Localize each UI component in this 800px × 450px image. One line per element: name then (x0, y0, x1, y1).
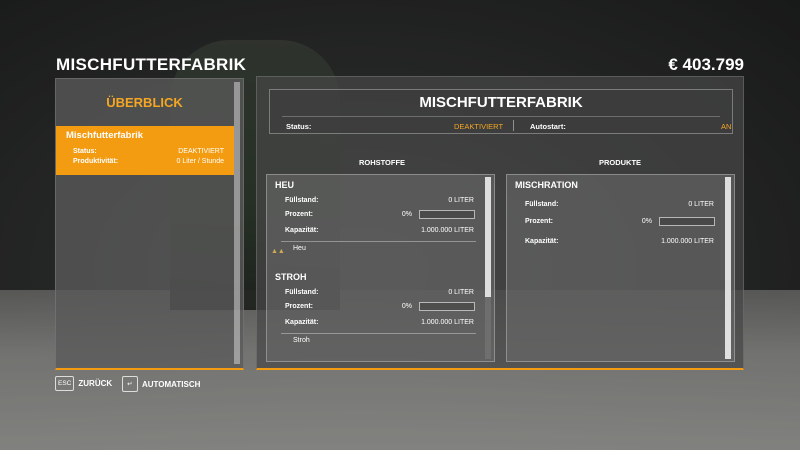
percent-label: Prozent: (285, 211, 313, 218)
percent-value: 0% (401, 303, 412, 310)
money-display: € 403.799 (668, 55, 744, 74)
input-name: STROH (275, 272, 307, 282)
autostart-value[interactable]: AN (721, 122, 731, 131)
capacity-label: Kapazität: (525, 238, 559, 245)
capacity-label: Kapazität: (285, 319, 319, 326)
outputs-scrollbar[interactable] (725, 177, 731, 359)
input-name: HEU (275, 180, 295, 190)
production-item-status-row: Status: DEAKTIVIERT (66, 147, 224, 157)
status-label: Status: (73, 148, 97, 155)
fill-level-label: Füllstand: (285, 197, 319, 204)
productivity-label: Produktivität: (73, 158, 119, 165)
fill-level-value: 0 LITER (688, 201, 714, 208)
inputs-scrollbar-thumb[interactable] (485, 177, 491, 297)
warning-icon: ▲▲ (271, 248, 285, 255)
capacity-label: Kapazität: (285, 227, 319, 234)
percent-bar (419, 302, 475, 311)
inputs-scrollbar[interactable] (485, 177, 491, 359)
enter-key-icon: ↵ (122, 376, 138, 392)
overview-panel: ÜBERBLICK Mischfutterfabrik Status: DEAK… (55, 78, 244, 370)
capacity-value: 1.000.000 LITER (421, 227, 474, 234)
production-detail-panel: MISCHFUTTERFABRIK Status: DEAKTIVIERT Au… (256, 76, 744, 370)
divider (281, 333, 476, 334)
production-title: MISCHFUTTERFABRIK (419, 94, 583, 111)
percent-bar (419, 210, 475, 219)
filltype-label: Stroh (293, 337, 310, 344)
filltype-label: Heu (293, 245, 306, 252)
automatic-label: AUTOMATISCH (142, 379, 201, 389)
overview-tab-title: ÜBERBLICK (106, 95, 183, 110)
percent-label: Prozent: (525, 218, 553, 225)
fill-level-value: 0 LITER (448, 289, 474, 296)
autostart-label: Autostart: (530, 122, 566, 131)
back-button[interactable]: ESC ZURÜCK (55, 376, 112, 391)
outputs-scrollbar-thumb[interactable] (725, 177, 731, 359)
production-item-title: Mischfutterfabrik (66, 130, 144, 141)
fill-level-label: Füllstand: (285, 289, 319, 296)
percent-label: Prozent: (285, 303, 313, 310)
capacity-value: 1.000.000 LITER (661, 238, 714, 245)
outputs-list: MISCHRATION Füllstand: 0 LITER Prozent: … (506, 174, 735, 362)
fill-level-value: 0 LITER (448, 197, 474, 204)
production-info-box: MISCHFUTTERFABRIK Status: DEAKTIVIERT Au… (269, 89, 733, 134)
automatic-button[interactable]: ↵ AUTOMATISCH (122, 376, 200, 392)
capacity-value: 1.000.000 LITER (421, 319, 474, 326)
esc-key-icon: ESC (55, 376, 75, 391)
fill-level-label: Füllstand: (525, 201, 559, 208)
overview-scrollbar[interactable] (234, 82, 240, 364)
inputs-list: HEU Füllstand: 0 LITER Prozent: 0% Kapaz… (266, 174, 495, 362)
status-value: DEAKTIVIERT (454, 122, 504, 131)
divider (282, 116, 720, 117)
back-label: ZURÜCK (78, 379, 113, 388)
divider (513, 120, 514, 131)
status-value: DEAKTIVIERT (178, 148, 224, 155)
percent-value: 0% (641, 218, 652, 225)
outputs-heading: PRODUKTE (598, 158, 642, 167)
production-item-productivity-row: Produktivität: 0 Liter / Stunde (66, 157, 224, 167)
productivity-value: 0 Liter / Stunde (176, 158, 224, 165)
inputs-heading: ROHSTOFFE (358, 158, 406, 167)
page-title: MISCHFUTTERFABRIK (56, 55, 247, 74)
divider (281, 241, 476, 242)
status-label: Status: (286, 122, 312, 131)
percent-bar (659, 217, 715, 226)
production-list-item[interactable]: Mischfutterfabrik Status: DEAKTIVIERT Pr… (56, 126, 234, 175)
output-name: MISCHRATION (515, 180, 578, 190)
percent-value: 0% (401, 211, 412, 218)
